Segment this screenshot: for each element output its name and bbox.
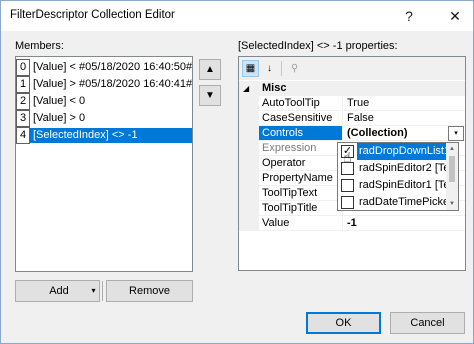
- arrow-down-icon: ▼: [205, 90, 215, 101]
- window-title: FilterDescriptor Collection Editor: [10, 9, 175, 21]
- member-text: [Value] > 0: [33, 112, 86, 124]
- member-text: [Value] > #05/18/2020 16:40:41#: [33, 78, 193, 90]
- category-misc[interactable]: ◢ Misc: [239, 81, 465, 96]
- checkbox[interactable]: [341, 196, 354, 209]
- add-dropdown-button[interactable]: ▾: [88, 280, 100, 302]
- member-item[interactable]: 0 [Value] < #05/18/2020 16:40:50#: [16, 59, 192, 76]
- chevron-down-icon: ▾: [91, 286, 96, 295]
- property-value[interactable]: (Collection): [344, 126, 465, 141]
- category-name: Misc: [262, 82, 287, 94]
- move-down-button[interactable]: ▼: [199, 85, 221, 106]
- member-index: 2: [16, 93, 30, 110]
- collection-editor-dialog: FilterDescriptor Collection Editor ? ✕ M…: [0, 0, 474, 344]
- property-name: ToolTipTitle: [259, 201, 343, 216]
- member-item[interactable]: 3 [Value] > 0: [16, 110, 192, 127]
- dropdown-scrollbar[interactable]: ▲ ▼: [446, 143, 458, 210]
- arrow-up-icon: ▲: [205, 64, 215, 75]
- scrollbar-thumb[interactable]: [449, 156, 455, 182]
- property-name: Operator: [259, 156, 343, 171]
- add-split-divider: [102, 281, 103, 301]
- dropdown-item-label: radSpinEditor1 [Telerik: [359, 179, 446, 191]
- move-up-button[interactable]: ▲: [199, 59, 221, 80]
- scroll-up-icon[interactable]: ▲: [446, 143, 458, 155]
- property-name: Expression: [259, 141, 343, 156]
- dropdown-item[interactable]: radSpinEditor2 [Telerik: [338, 160, 446, 177]
- property-name: Controls: [259, 126, 343, 141]
- controls-dropdown-list[interactable]: ✓ radDropDownList1 [Te radSpinEditor2 [T…: [337, 142, 459, 211]
- remove-button[interactable]: Remove: [106, 280, 193, 302]
- alphabetical-sort-icon[interactable]: ↓: [261, 60, 278, 77]
- member-item-selected[interactable]: 4 [SelectedIndex] <> -1: [16, 127, 192, 144]
- property-row-controls[interactable]: Controls (Collection) ▾: [239, 126, 465, 141]
- property-value[interactable]: True: [344, 96, 465, 111]
- property-name: AutoToolTip: [259, 96, 343, 111]
- member-text: [SelectedIndex] <> -1: [30, 128, 192, 143]
- member-item[interactable]: 1 [Value] > #05/18/2020 16:40:41#: [16, 76, 192, 93]
- member-index: 3: [16, 110, 30, 127]
- ok-button[interactable]: OK: [306, 312, 381, 334]
- collapse-icon[interactable]: ◢: [243, 81, 249, 96]
- chevron-down-icon[interactable]: ▾: [448, 126, 464, 141]
- members-label: Members:: [15, 40, 64, 52]
- property-grid-toolbar: ▦ ↓ ⚲: [239, 57, 465, 80]
- dropdown-item-label: radDropDownList1 [Te: [357, 143, 446, 160]
- dropdown-item-label: radDateTimePicker2 [Te: [359, 196, 446, 208]
- members-list[interactable]: 0 [Value] < #05/18/2020 16:40:50# 1 [Val…: [15, 56, 193, 272]
- hand-cursor-icon: ☝: [343, 149, 352, 165]
- property-name: ToolTipText: [259, 186, 343, 201]
- member-text: [Value] < #05/18/2020 16:40:50#: [33, 61, 193, 73]
- member-item[interactable]: 2 [Value] < 0: [16, 93, 192, 110]
- member-text: [Value] < 0: [33, 95, 86, 107]
- property-name: PropertyName: [259, 171, 343, 186]
- property-row-autotooltip[interactable]: AutoToolTip True: [239, 96, 465, 111]
- help-button[interactable]: ?: [391, 1, 427, 31]
- member-index: 0: [16, 59, 30, 76]
- categorized-icon[interactable]: ▦: [242, 60, 259, 77]
- property-row-value[interactable]: Value -1: [239, 216, 465, 231]
- property-name: Value: [259, 216, 343, 231]
- title-bar: FilterDescriptor Collection Editor ? ✕: [1, 1, 473, 31]
- scroll-down-icon[interactable]: ▼: [446, 198, 458, 210]
- property-name: CaseSensitive: [259, 111, 343, 126]
- dropdown-item[interactable]: radSpinEditor1 [Telerik: [338, 177, 446, 194]
- member-index: 4: [16, 127, 30, 144]
- properties-label: [SelectedIndex] <> -1 properties:: [238, 40, 398, 52]
- checkbox[interactable]: [341, 179, 354, 192]
- toolbar-separator: [281, 61, 282, 76]
- property-row-casesensitive[interactable]: CaseSensitive False: [239, 111, 465, 126]
- property-value[interactable]: -1: [344, 216, 465, 231]
- dropdown-item-label: radSpinEditor2 [Telerik: [359, 162, 446, 174]
- close-button[interactable]: ✕: [437, 1, 473, 31]
- cancel-button[interactable]: Cancel: [390, 312, 465, 334]
- dropdown-item[interactable]: radDateTimePicker2 [Te: [338, 194, 446, 210]
- property-pages-icon[interactable]: ⚲: [286, 60, 303, 77]
- dropdown-item[interactable]: ✓ radDropDownList1 [Te: [338, 143, 446, 160]
- member-index: 1: [16, 76, 30, 93]
- property-value[interactable]: False: [344, 111, 465, 126]
